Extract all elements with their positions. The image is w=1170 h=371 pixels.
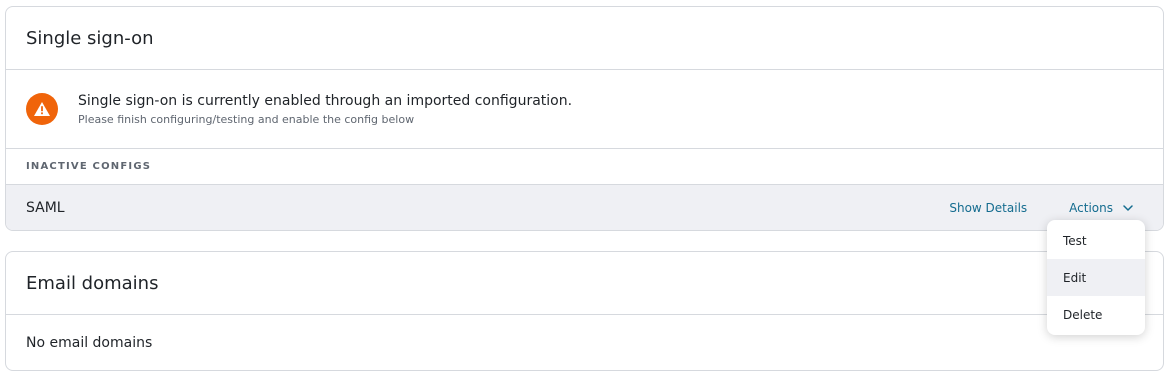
menu-item-delete[interactable]: Delete — [1047, 296, 1145, 333]
chevron-down-icon — [1123, 204, 1133, 211]
inactive-configs-label: INACTIVE CONFIGS — [26, 161, 152, 172]
inactive-configs-header: INACTIVE CONFIGS — [6, 149, 1163, 185]
menu-item-test[interactable]: Test — [1047, 222, 1145, 259]
email-domains-card: Email domains No email domains — [5, 251, 1164, 371]
sso-card: Single sign-on Single sign-on is current… — [5, 6, 1164, 231]
actions-menu: Test Edit Delete — [1047, 220, 1145, 335]
config-row-saml: SAML Show Details Actions — [6, 185, 1163, 230]
email-domains-title: Email domains — [26, 272, 159, 294]
actions-label: Actions — [1069, 200, 1113, 215]
show-details-link[interactable]: Show Details — [949, 201, 1027, 215]
sso-alert: Single sign-on is currently enabled thro… — [6, 70, 1163, 149]
actions-dropdown-button[interactable]: Actions — [1069, 201, 1133, 215]
empty-state-text: No email domains — [26, 335, 153, 351]
config-name: SAML — [26, 199, 65, 216]
alert-subtitle: Please finish configuring/testing and en… — [78, 112, 415, 126]
sso-card-header: Single sign-on — [6, 7, 1163, 70]
email-card-header: Email domains — [6, 252, 1163, 315]
sso-title: Single sign-on — [26, 27, 154, 49]
menu-item-edit[interactable]: Edit — [1047, 259, 1145, 296]
warning-icon — [26, 93, 58, 125]
alert-title: Single sign-on is currently enabled thro… — [78, 92, 573, 109]
